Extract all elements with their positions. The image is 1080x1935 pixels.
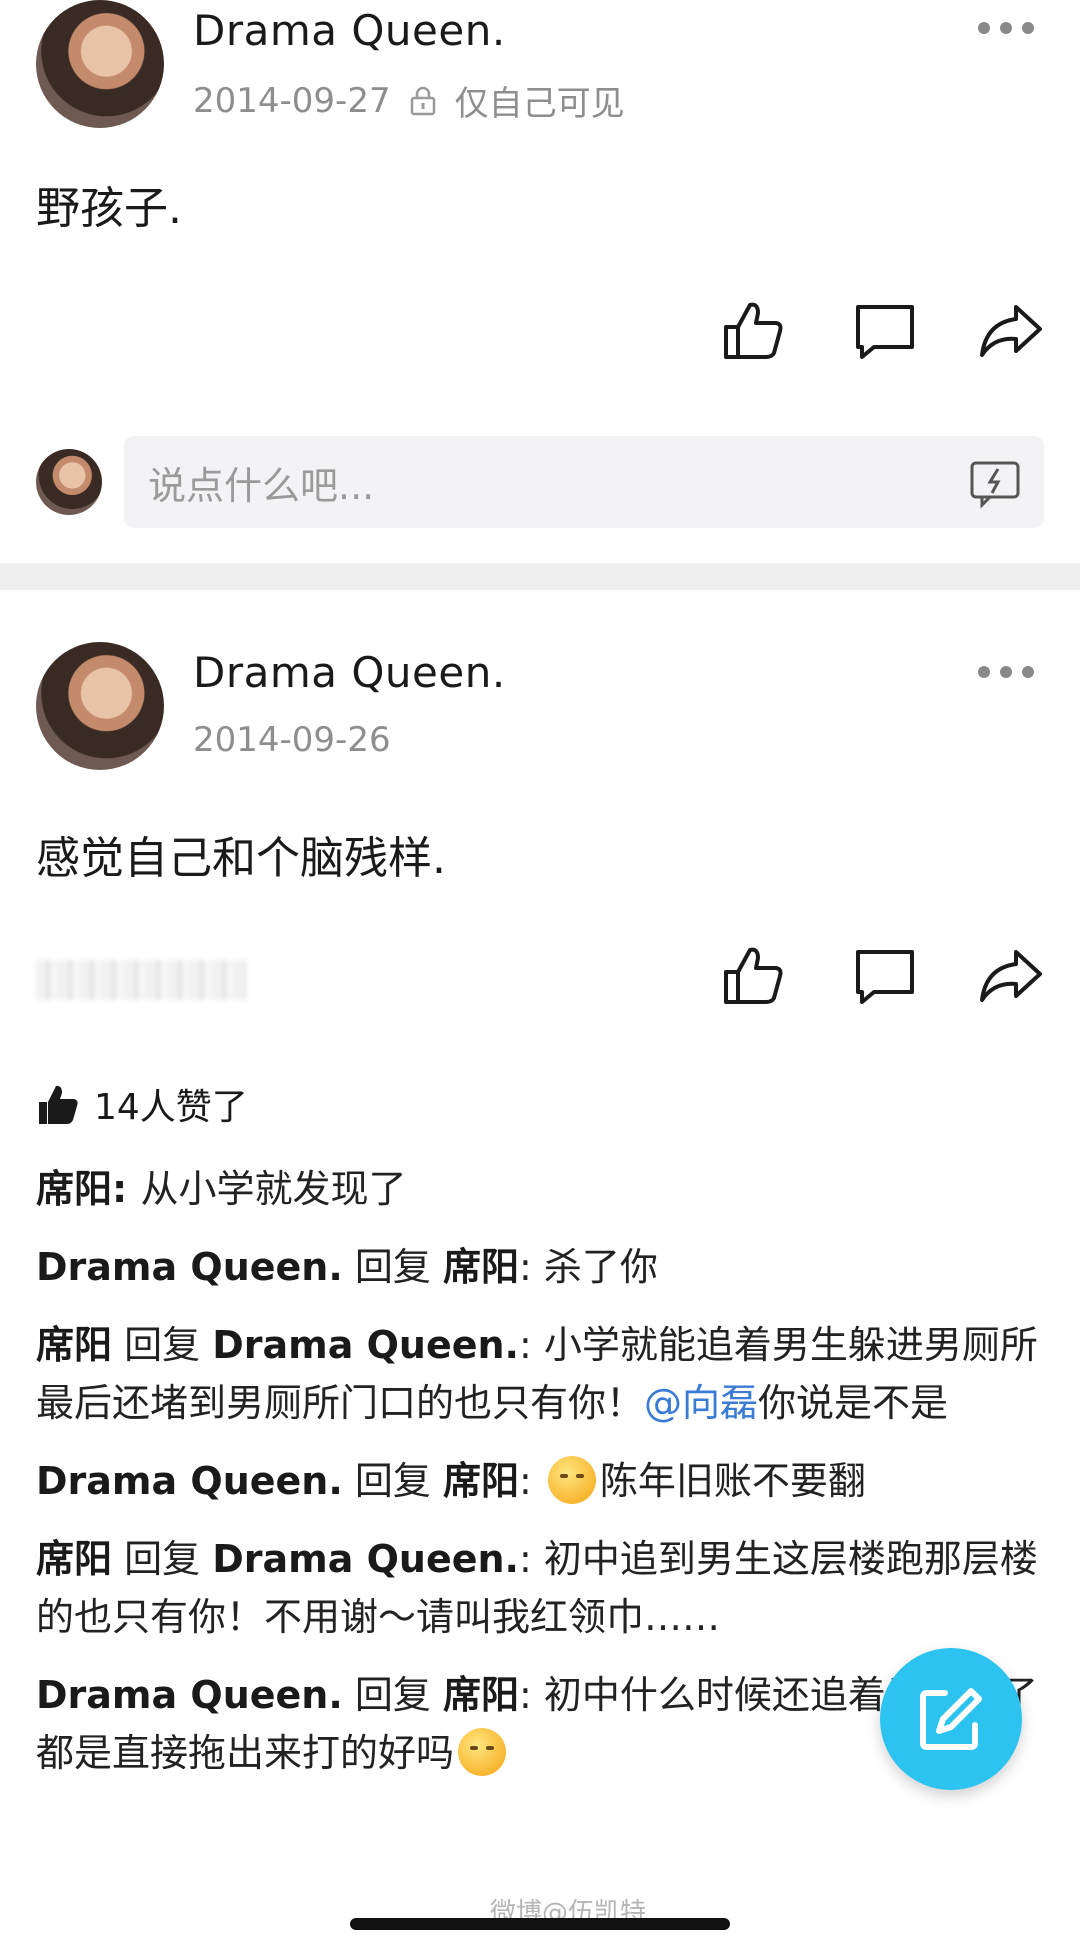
commenter-name[interactable]: Drama Queen. — [36, 1673, 343, 1717]
post-content: 野孩子. — [36, 183, 182, 234]
comment-item[interactable]: 席阳 回复 Drama Queen.: 小学就能追着男生躲进男厕所最后还堵到男厕… — [36, 1316, 1046, 1432]
comment-button[interactable] — [852, 942, 918, 1008]
post-date: 2014-09-26 — [193, 720, 391, 760]
more-icon[interactable] — [978, 666, 1034, 682]
emoji-face-icon[interactable] — [968, 455, 1022, 509]
comment-item[interactable]: Drama Queen. 回复 席阳: 杀了你 — [36, 1238, 1046, 1296]
sleepy-emoji-icon — [547, 1456, 596, 1504]
user-mention[interactable]: @向磊 — [644, 1381, 758, 1425]
privacy-label: 仅自己可见 — [454, 84, 625, 124]
author-name[interactable]: Drama Queen. — [193, 6, 506, 55]
post-date: 2014-09-27 — [193, 80, 391, 121]
commenter-name[interactable]: Drama Queen. — [36, 1459, 343, 1503]
share-button[interactable] — [978, 297, 1044, 363]
post-meta: 2014-09-27 仅自己可见 — [193, 76, 625, 125]
thumbs-up-icon — [39, 1085, 78, 1124]
comment-placeholder: 说点什么吧... — [148, 463, 375, 508]
likes-summary[interactable]: 14人赞了 — [36, 1078, 248, 1130]
my-avatar — [36, 449, 102, 515]
thinking-emoji-icon — [458, 1728, 507, 1776]
likes-count: 14人赞了 — [94, 1087, 248, 1128]
comment-text: 杀了你 — [543, 1245, 658, 1289]
comment-text: 从小学就发现了 — [140, 1167, 407, 1211]
reply-target[interactable]: Drama Queen. — [212, 1323, 519, 1367]
more-icon[interactable] — [978, 22, 1034, 38]
like-button[interactable] — [720, 942, 786, 1008]
comment-text: 你说是不是 — [758, 1381, 949, 1425]
reply-target[interactable]: 席阳 — [443, 1673, 519, 1717]
post-meta: 2014-09-26 — [193, 720, 391, 760]
commenter-name[interactable]: Drama Queen. — [36, 1245, 343, 1289]
like-button[interactable] — [720, 297, 786, 363]
author-avatar[interactable] — [36, 0, 164, 128]
reply-target[interactable]: 席阳 — [443, 1245, 519, 1289]
thumbs-up-icon — [724, 947, 783, 1004]
commenter-name[interactable]: 席阳 — [36, 1323, 112, 1367]
reply-target[interactable]: Drama Queen. — [212, 1537, 519, 1581]
compose-edit-icon — [920, 1688, 982, 1750]
reply-target[interactable]: 席阳 — [443, 1459, 519, 1503]
compose-button[interactable] — [880, 1648, 1022, 1790]
share-arrow-icon — [980, 950, 1042, 1002]
home-indicator — [350, 1918, 730, 1930]
thumbs-up-icon — [724, 302, 783, 359]
comment-item[interactable]: Drama Queen. 回复 席阳: 陈年旧账不要翻 — [36, 1452, 1046, 1510]
comment-item[interactable]: 席阳 回复 Drama Queen.: 初中追到男生这层楼跑那层楼的也只有你！不… — [36, 1530, 1046, 1646]
lock-icon — [410, 86, 435, 115]
author-avatar[interactable] — [36, 642, 164, 770]
post-content: 感觉自己和个脑残样. — [36, 833, 446, 884]
comment-input[interactable]: 说点什么吧... — [124, 436, 1044, 528]
author-name[interactable]: Drama Queen. — [193, 648, 506, 697]
share-arrow-icon — [980, 305, 1042, 357]
blurred-region — [36, 960, 246, 1000]
comment-bubble-icon — [856, 305, 914, 359]
post-separator — [0, 563, 1080, 590]
comment-item[interactable]: 席阳: 从小学就发现了 — [36, 1160, 1046, 1218]
commenter-name[interactable]: 席阳 — [36, 1167, 112, 1211]
post-card-1: Drama Queen. 2014-09-27 仅自己可见 野孩子. 说点什么吧… — [0, 0, 1080, 563]
comment-bubble-icon — [856, 950, 914, 1004]
comment-button[interactable] — [852, 297, 918, 363]
comment-text: 陈年旧账不要翻 — [599, 1459, 866, 1503]
share-button[interactable] — [978, 942, 1044, 1008]
commenter-name[interactable]: 席阳 — [36, 1537, 112, 1581]
